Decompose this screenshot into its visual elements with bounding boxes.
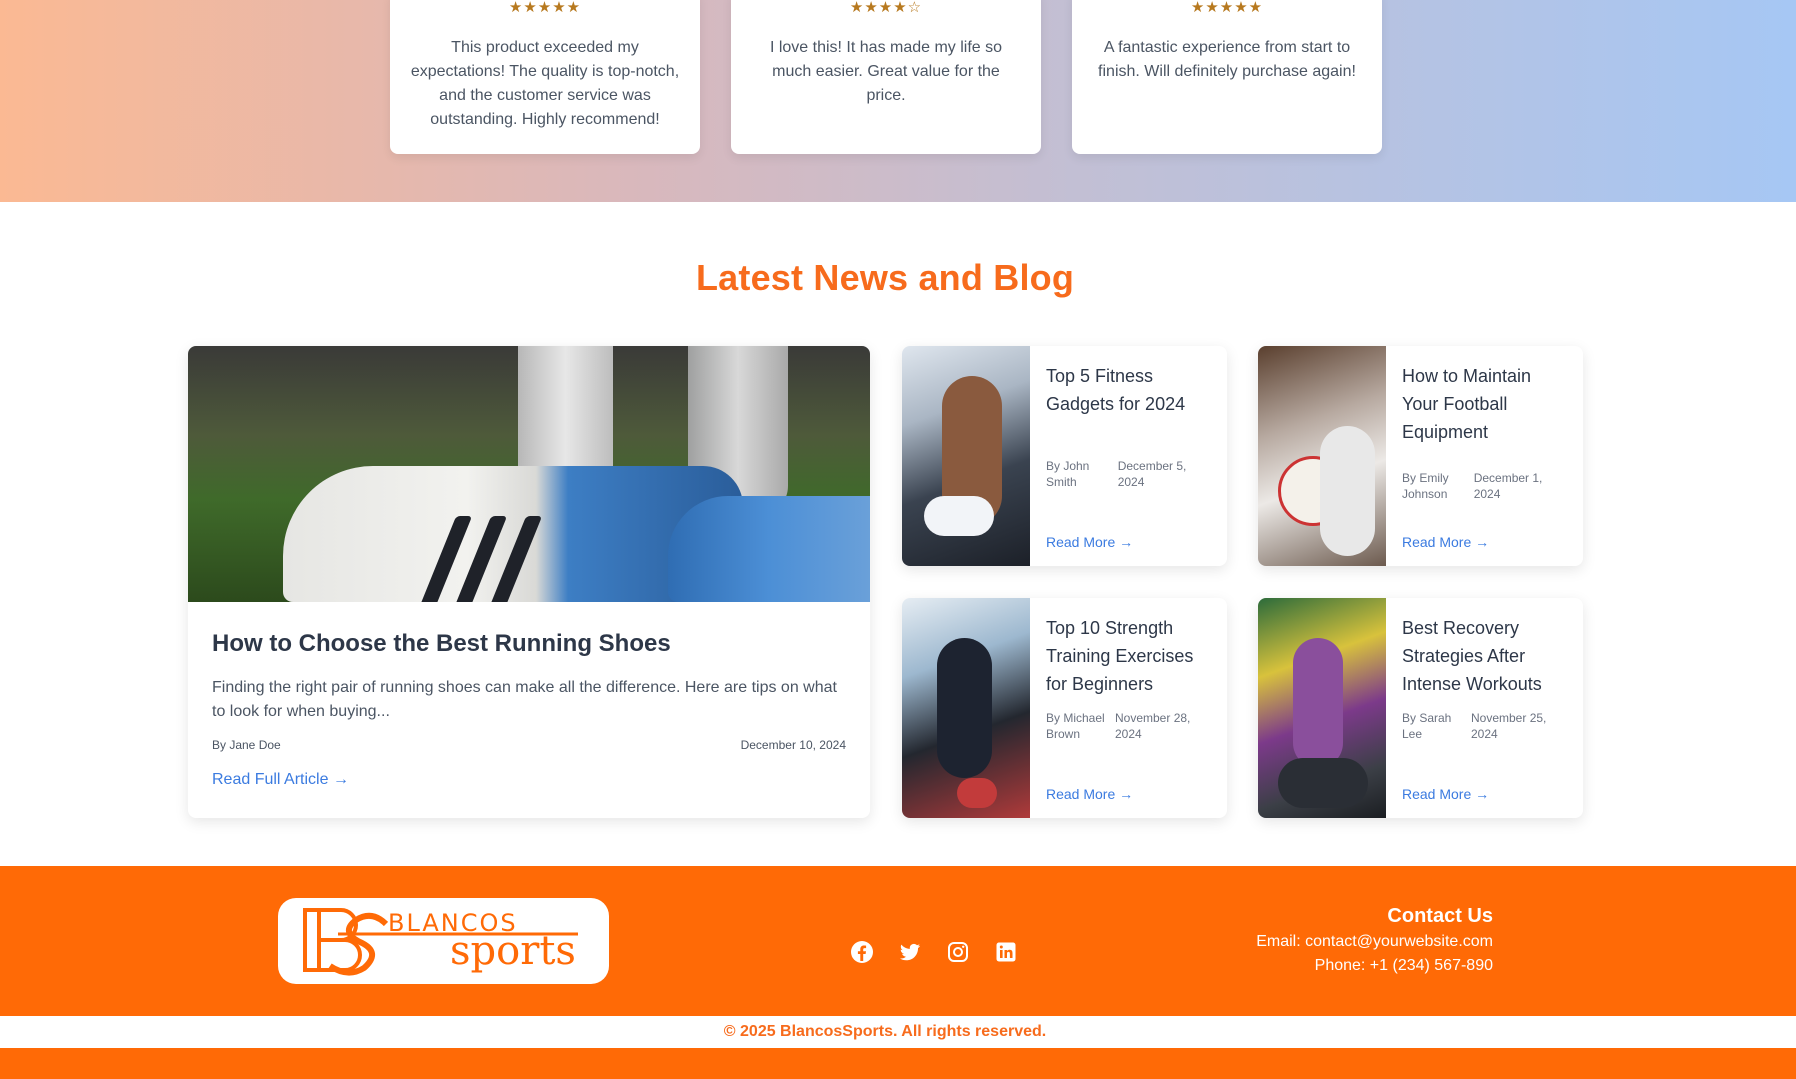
site-footer: BLANCOS sports Contact Us Email: contact… [0, 866, 1796, 1016]
blog-post-title[interactable]: How to Maintain Your Football Equipment [1402, 362, 1572, 446]
blog-post-card: Best Recovery Strategies After Intense W… [1258, 598, 1583, 818]
blog-post-author: By John Smith [1046, 459, 1090, 489]
recovery-athlete-photo-icon[interactable] [1258, 598, 1386, 818]
blog-post-author: By Sarah Lee [1402, 711, 1452, 741]
blog-post-title[interactable]: Top 10 Strength Training Exercises for B… [1046, 614, 1216, 698]
logo-mark-icon: BLANCOS sports [303, 908, 578, 976]
read-full-article-link[interactable]: Read Full Article → [212, 771, 349, 789]
featured-article-author: By Jane Doe [212, 738, 281, 752]
testimonial-card: ★★★★★ A fantastic experience from start … [1072, 0, 1382, 154]
contact-phone[interactable]: Phone: +1 (234) 567-890 [1256, 954, 1493, 978]
contact-block: Contact Us Email: contact@yourwebsite.co… [1256, 902, 1493, 978]
blog-post-card: Top 5 Fitness Gadgets for 2024 By John S… [902, 346, 1227, 566]
bottom-strip [0, 1048, 1796, 1079]
testimonial-card: ★★★★★ This product exceeded my expectati… [390, 0, 700, 154]
blog-post-title[interactable]: Best Recovery Strategies After Intense W… [1402, 614, 1572, 698]
blog-post-date: November 28, 2024 [1115, 711, 1191, 741]
blog-post-date: November 25, 2024 [1471, 711, 1547, 741]
running-shoes-photo-icon[interactable] [188, 346, 870, 602]
football-kids-photo-icon[interactable] [1258, 346, 1386, 566]
social-links [850, 940, 1018, 964]
read-more-link[interactable]: Read More → [1046, 786, 1133, 802]
blog-post-author: By Michael Brown [1046, 711, 1105, 741]
instagram-icon[interactable] [946, 940, 970, 964]
copyright-bar: © 2025 BlancosSports. All rights reserve… [0, 1016, 1796, 1048]
testimonial-quote: I love this! It has made my life so much… [769, 39, 1003, 104]
featured-article-card: How to Choose the Best Running Shoes Fin… [188, 346, 870, 818]
gym-training-photo-icon[interactable] [902, 346, 1030, 566]
featured-article-title[interactable]: How to Choose the Best Running Shoes [212, 628, 846, 660]
star-rating: ★★★★★ [508, 0, 582, 16]
blog-post-author: By Emily Johnson [1402, 471, 1449, 501]
linkedin-icon[interactable] [994, 940, 1018, 964]
blog-post-card: Top 10 Strength Training Exercises for B… [902, 598, 1227, 818]
blog-post-date: December 5, 2024 [1117, 459, 1187, 489]
facebook-icon[interactable] [850, 940, 874, 964]
star-rating: ★★★★☆ [849, 0, 923, 16]
contact-title: Contact Us [1387, 905, 1493, 927]
blog-section-heading: Latest News and Blog [695, 257, 1075, 298]
logo-bottom-text: sports [450, 928, 576, 974]
blog-post-date: December 1, 2024 [1473, 471, 1543, 501]
featured-article-date: December 10, 2024 [740, 738, 846, 752]
testimonial-quote: This product exceeded my expectations! T… [410, 39, 680, 128]
twitter-icon[interactable] [898, 940, 922, 964]
blancos-sports-logo[interactable]: BLANCOS sports [278, 898, 609, 984]
copyright-text: © 2025 BlancosSports. All rights reserve… [723, 1023, 1047, 1040]
testimonial-quote: A fantastic experience from start to fin… [1098, 39, 1356, 80]
blog-post-title[interactable]: Top 5 Fitness Gadgets for 2024 [1046, 362, 1216, 418]
featured-article-excerpt: Finding the right pair of running shoes … [212, 679, 837, 720]
read-more-link[interactable]: Read More → [1402, 534, 1489, 550]
testimonial-card: ★★★★☆ I love this! It has made my life s… [731, 0, 1041, 154]
read-more-link[interactable]: Read More → [1402, 786, 1489, 802]
star-rating: ★★★★★ [1190, 0, 1264, 16]
contact-email[interactable]: Email: contact@yourwebsite.com [1256, 930, 1493, 954]
testimonials-section: ★★★★★ This product exceeded my expectati… [0, 0, 1796, 202]
blog-post-card: How to Maintain Your Football Equipment … [1258, 346, 1583, 566]
read-more-link[interactable]: Read More → [1046, 534, 1133, 550]
strength-training-photo-icon[interactable] [902, 598, 1030, 818]
